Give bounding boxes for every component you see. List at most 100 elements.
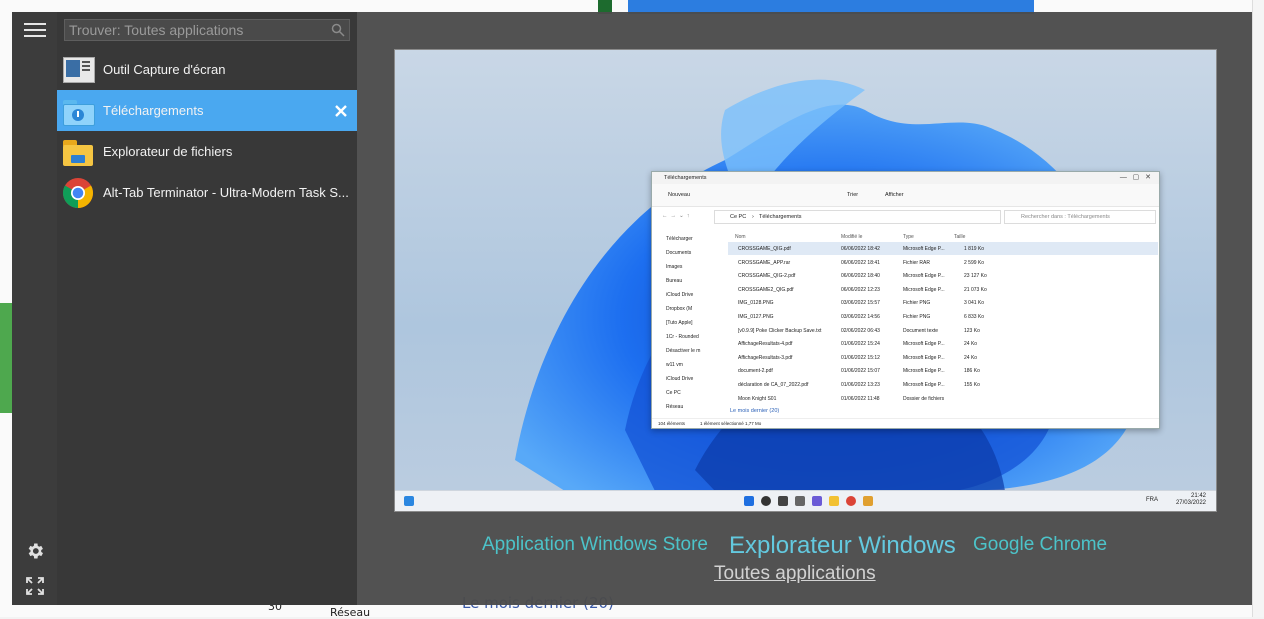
table-row: CROSSGAME_QIG-2.pdf 06/06/2022 18:40 Micro… [728, 269, 1158, 282]
explorer-cell-date: 03/06/2022 14:56 [841, 314, 880, 320]
explorer-cell-size: 155 Ko [964, 382, 980, 388]
explorer-status-count: 104 éléments [658, 421, 686, 426]
explorer-sidebar-item: Dropbox (M [666, 306, 693, 312]
table-row: CROSSGAME_QIG.pdf 06/06/2022 18:42 Microso… [728, 242, 1158, 255]
explorer-cell-type: Microsoft Edge P... [903, 382, 945, 388]
search-input[interactable] [65, 20, 333, 40]
search-box[interactable] [64, 19, 350, 41]
category-all-applications[interactable]: Toutes applications [714, 563, 876, 585]
explorer-cell-name: déclaration de CA_07_2022.pdf [738, 382, 809, 388]
explorer-window-thumbnail: Téléchargements — ▢ ✕ Nouveau Trier Affi… [651, 171, 1160, 429]
left-rail [12, 12, 57, 605]
category-google-chrome[interactable]: Google Chrome [973, 534, 1107, 556]
search-taskbar-icon [761, 496, 771, 506]
taskbar-date: 27/03/2022 [1175, 500, 1206, 506]
explorer-status-selected: 1 élément sélectionné 1,77 Mo [700, 421, 762, 426]
explorer-cell-name: IMG_0127.PNG [738, 314, 774, 320]
explorer-sidebar-item: Ce PC [666, 390, 681, 396]
explorer-breadcrumb-root: Ce PC [730, 214, 747, 220]
explorer-sidebar-item: 1Cr - Rounded [666, 334, 699, 340]
explorer-cell-name: AffichageResultats-3.pdf [738, 354, 793, 361]
table-row: CROSSGAME2_QIG.pdf 06/06/2022 12:23 Micros… [728, 283, 1158, 296]
explorer-cell-size: 123 Ko [964, 327, 980, 334]
explorer-cell-type: Microsoft Edge P... [903, 273, 945, 280]
explorer-cell-date: 02/06/2022 06:43 [841, 327, 880, 334]
explorer-cell-name: AffichageResultats-4.pdf [738, 341, 793, 348]
list-item-label: Téléchargements [103, 103, 204, 118]
explorer-sidebar-item: Réseau [666, 404, 684, 410]
explorer-sidebar-item: [Tuto Apple] [666, 320, 693, 326]
taskbar-clock: 21:42 27/03/2022 [1176, 493, 1206, 507]
preview-taskbar: FRA 21:42 27/03/2022 [395, 490, 1216, 511]
widgets-icon [404, 496, 414, 506]
explorer-cell-size: 3 041 Ko [964, 300, 985, 307]
downloads-folder-icon [62, 95, 95, 127]
table-row: AffichageResultats-3.pdf 01/06/2022 15:12… [728, 351, 1158, 364]
explorer-sidebar-item: iCloud Drive [666, 376, 694, 382]
list-item-label: Explorateur de fichiers [103, 144, 233, 159]
explorer-cell-date: 01/06/2022 13:23 [841, 382, 880, 388]
window-preview[interactable]: Téléchargements — ▢ ✕ Nouveau Trier Affi… [394, 49, 1217, 512]
search-icon [331, 23, 345, 37]
files-taskbar-icon [795, 496, 805, 506]
explorer-view-button: Afficher [885, 192, 904, 198]
category-windows-explorer[interactable]: Explorateur Windows [729, 532, 956, 560]
explorer-cell-name: CROSSGAME_APP.rar [738, 259, 791, 266]
explorer-cell-name: document-2.pdf [738, 368, 773, 375]
bg-right-window-edge [1252, 0, 1264, 617]
hamburger-icon[interactable] [12, 12, 57, 48]
explorer-cell-type: Document texte [903, 327, 939, 334]
explorer-cell-date: 01/06/2022 15:12 [841, 354, 880, 361]
taskbar-time: 21:42 [1190, 493, 1206, 499]
explorer-cell-date: 01/06/2022 15:24 [841, 341, 880, 348]
category-windows-store[interactable]: Application Windows Store [482, 534, 708, 556]
table-row: Moon Knight S01 01/06/2022 11:48 Dossier d… [728, 392, 1158, 405]
explorer-cell-date: 03/06/2022 15:57 [841, 300, 880, 307]
explorer-cell-type: Microsoft Edge P... [903, 354, 945, 361]
list-item-label: Outil Capture d'écran [103, 62, 226, 77]
explorer-taskbar-icon [829, 496, 839, 506]
explorer-col-date: Modifié le [841, 234, 863, 240]
explorer-cell-name: CROSSGAME_QIG.pdf [738, 246, 791, 252]
explorer-cell-date: 06/06/2022 18:41 [841, 259, 880, 266]
start-icon [744, 496, 754, 506]
explorer-new-button: Nouveau [668, 192, 691, 198]
explorer-sort-button: Trier [847, 192, 859, 198]
list-item-snipping-tool[interactable]: Outil Capture d'écran [57, 49, 357, 90]
list-item-file-explorer[interactable]: Explorateur de fichiers [57, 131, 357, 172]
explorer-cell-name: Moon Knight S01 [738, 395, 777, 402]
explorer-cell-type: Fichier RAR [903, 259, 930, 266]
explorer-col-size: Taille [954, 234, 966, 240]
gear-icon[interactable] [12, 533, 57, 569]
explorer-cell-size: 186 Ko [964, 368, 980, 375]
list-item-chrome[interactable]: Alt-Tab Terminator - Ultra-Modern Task S… [57, 172, 357, 213]
explorer-sidebar-item: iCloud Drive [666, 292, 694, 298]
explorer-sidebar-item: Bureau [666, 278, 683, 284]
explorer-cell-date: 06/06/2022 18:42 [841, 246, 880, 252]
explorer-search-placeholder: Rechercher dans : Téléchargements [1021, 214, 1110, 220]
explorer-cell-size: 6 833 Ko [964, 314, 985, 320]
explorer-cell-size: 2 599 Ko [964, 259, 985, 266]
explorer-cell-type: Fichier PNG [903, 314, 931, 320]
explorer-cell-size: 21 073 Ko [964, 286, 987, 293]
explorer-sidebar-item: w11 vm [666, 362, 683, 368]
explorer-sidebar-item: Désactiver le m [666, 348, 701, 354]
list-item-label: Alt-Tab Terminator - Ultra-Modern Task S… [103, 185, 349, 200]
explorer-col-name: Nom [735, 234, 746, 240]
explorer-cell-size: 24 Ko [964, 341, 978, 348]
explorer-cell-type: Microsoft Edge P... [903, 286, 945, 293]
explorer-cell-type: Microsoft Edge P... [903, 368, 945, 375]
explorer-group-header: Le mois dernier (20) [730, 408, 780, 414]
explorer-cell-type: Dossier de fichiers [903, 395, 945, 402]
teams-icon [812, 496, 822, 506]
list-item-downloads[interactable]: Téléchargements [57, 90, 357, 131]
explorer-cell-name: CROSSGAME2_QIG.pdf [738, 286, 794, 293]
explorer-cell-type: Microsoft Edge P... [903, 341, 945, 348]
explorer-cell-size: 24 Ko [964, 354, 978, 361]
explorer-col-type: Type [903, 234, 914, 240]
close-icon[interactable] [331, 101, 351, 121]
chrome-taskbar-icon [846, 496, 856, 506]
explorer-sidebar-item: Documents [666, 250, 692, 256]
expand-icon[interactable] [12, 568, 57, 604]
file-explorer-icon [62, 136, 94, 168]
